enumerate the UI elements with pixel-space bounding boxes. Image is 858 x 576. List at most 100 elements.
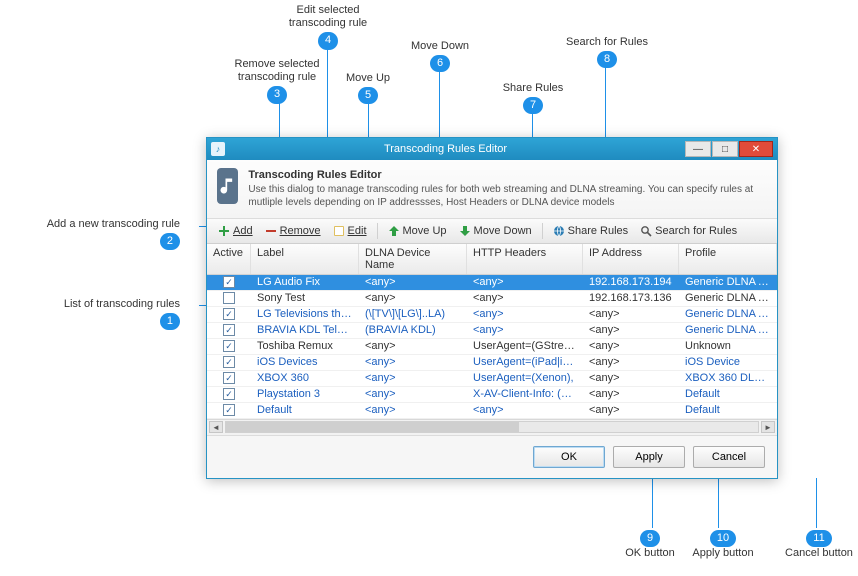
table-row[interactable]: Toshiba Remux<any>UserAgent=(GStreame...… bbox=[207, 339, 777, 355]
cell-dlna: <any> bbox=[359, 372, 467, 384]
cell-dlna: <any> bbox=[359, 404, 467, 416]
maximize-button[interactable]: □ bbox=[712, 141, 738, 157]
cell-ip: <any> bbox=[583, 372, 679, 384]
cell-profile: Default bbox=[679, 404, 777, 416]
table-row[interactable]: Sony Test<any><any>192.168.173.136Generi… bbox=[207, 291, 777, 307]
toolbar-separator bbox=[542, 223, 543, 239]
col-ip[interactable]: IP Address bbox=[583, 244, 679, 274]
remove-button[interactable]: Remove bbox=[260, 222, 326, 240]
cell-dlna: (\[TV\]\[LG\]..LA) bbox=[359, 308, 467, 320]
add-button[interactable]: Add bbox=[213, 222, 258, 240]
cell-ip: <any> bbox=[583, 356, 679, 368]
cell-ip: <any> bbox=[583, 404, 679, 416]
col-active[interactable]: Active bbox=[207, 244, 251, 274]
cell-http: <any> bbox=[467, 276, 583, 288]
titlebar[interactable]: ♪ Transcoding Rules Editor — □ ✕ bbox=[207, 138, 777, 160]
cell-label: LG Televisions that r... bbox=[251, 308, 359, 320]
cell-label: iOS Devices bbox=[251, 356, 359, 368]
edit-button[interactable]: Edit bbox=[328, 222, 372, 240]
table-row[interactable]: Playstation 3<any>X-AV-Client-Info: (PLA… bbox=[207, 387, 777, 403]
search-rules-button[interactable]: Search for Rules bbox=[635, 222, 742, 240]
active-checkbox[interactable] bbox=[223, 308, 235, 320]
rules-table: Active Label DLNA Device Name HTTP Heade… bbox=[207, 244, 777, 435]
scroll-left-arrow[interactable]: ◄ bbox=[209, 421, 223, 433]
cell-label: Toshiba Remux bbox=[251, 340, 359, 352]
cell-profile: Generic DLNA Audio (MP3 + W bbox=[679, 276, 777, 288]
callout-10: 10 Apply button bbox=[688, 528, 758, 560]
active-checkbox[interactable] bbox=[223, 276, 235, 288]
callout-11: 11 Cancel button bbox=[780, 528, 858, 560]
callout-2: Add a new transcoding rule 2 bbox=[30, 218, 180, 250]
cell-dlna: <any> bbox=[359, 340, 467, 352]
scroll-thumb[interactable] bbox=[226, 422, 519, 432]
cell-ip: <any> bbox=[583, 324, 679, 336]
cell-dlna: <any> bbox=[359, 356, 467, 368]
active-checkbox[interactable] bbox=[223, 340, 235, 352]
cell-label: XBOX 360 bbox=[251, 372, 359, 384]
scroll-right-arrow[interactable]: ► bbox=[761, 421, 775, 433]
active-checkbox[interactable] bbox=[223, 356, 235, 368]
cell-label: Default bbox=[251, 404, 359, 416]
active-checkbox[interactable] bbox=[223, 372, 235, 384]
cell-dlna: <any> bbox=[359, 388, 467, 400]
table-header[interactable]: Active Label DLNA Device Name HTTP Heade… bbox=[207, 244, 777, 275]
cell-http: <any> bbox=[467, 308, 583, 320]
cell-profile: iOS Device bbox=[679, 356, 777, 368]
toolbar: Add Remove Edit Move Up Move Down Share … bbox=[207, 219, 777, 244]
table-row[interactable]: LG Televisions that r...(\[TV\]\[LG\]..L… bbox=[207, 307, 777, 323]
cell-profile: Unknown bbox=[679, 340, 777, 352]
move-down-button[interactable]: Move Down bbox=[454, 222, 537, 240]
minimize-button[interactable]: — bbox=[685, 141, 711, 157]
dialog-window: ♪ Transcoding Rules Editor — □ ✕ Transco… bbox=[206, 137, 778, 479]
cell-label: BRAVIA KDL Televi... bbox=[251, 324, 359, 336]
table-row[interactable]: XBOX 360<any>UserAgent=(Xenon),<any>XBOX… bbox=[207, 371, 777, 387]
callout-4: Edit selected transcoding rule 4 bbox=[278, 4, 378, 50]
col-dlna[interactable]: DLNA Device Name bbox=[359, 244, 467, 274]
cell-dlna: <any> bbox=[359, 276, 467, 288]
cell-ip: 192.168.173.194 bbox=[583, 276, 679, 288]
close-button[interactable]: ✕ bbox=[739, 141, 773, 157]
header-logo bbox=[217, 168, 238, 204]
col-profile[interactable]: Profile bbox=[679, 244, 777, 274]
cell-http: UserAgent=(Xenon), bbox=[467, 372, 583, 384]
cell-http: UserAgent=(iPad|iPho... bbox=[467, 356, 583, 368]
table-row[interactable]: iOS Devices<any>UserAgent=(iPad|iPho...<… bbox=[207, 355, 777, 371]
cell-label: LG Audio Fix bbox=[251, 276, 359, 288]
move-up-button[interactable]: Move Up bbox=[383, 222, 452, 240]
cell-ip: <any> bbox=[583, 308, 679, 320]
share-rules-button[interactable]: Share Rules bbox=[548, 222, 634, 240]
cell-http: <any> bbox=[467, 404, 583, 416]
toolbar-separator bbox=[377, 223, 378, 239]
footer-buttons: OK Apply Cancel bbox=[207, 435, 777, 478]
active-checkbox[interactable] bbox=[223, 292, 235, 304]
horizontal-scrollbar[interactable]: ◄ ► bbox=[207, 419, 777, 435]
cancel-button[interactable]: Cancel bbox=[693, 446, 765, 468]
callout-6: Move Down 6 bbox=[400, 40, 480, 72]
table-row[interactable]: LG Audio Fix<any><any>192.168.173.194Gen… bbox=[207, 275, 777, 291]
callout-3: Remove selected transcoding rule 3 bbox=[222, 58, 332, 104]
active-checkbox[interactable] bbox=[223, 388, 235, 400]
cell-dlna: (BRAVIA KDL) bbox=[359, 324, 467, 336]
callout-5: Move Up 5 bbox=[333, 72, 403, 104]
window-title: Transcoding Rules Editor bbox=[207, 143, 684, 155]
scroll-track[interactable] bbox=[225, 421, 759, 433]
col-http[interactable]: HTTP Headers bbox=[467, 244, 583, 274]
active-checkbox[interactable] bbox=[223, 324, 235, 336]
cell-ip: <any> bbox=[583, 340, 679, 352]
connector bbox=[718, 478, 719, 528]
callout-9: 9 OK button bbox=[620, 528, 680, 560]
col-label[interactable]: Label bbox=[251, 244, 359, 274]
header-panel: Transcoding Rules Editor Use this dialog… bbox=[207, 160, 777, 219]
ok-button[interactable]: OK bbox=[533, 446, 605, 468]
cell-http: <any> bbox=[467, 292, 583, 304]
cell-http: <any> bbox=[467, 324, 583, 336]
table-row[interactable]: BRAVIA KDL Televi...(BRAVIA KDL)<any><an… bbox=[207, 323, 777, 339]
callout-8: Search for Rules 8 bbox=[557, 36, 657, 68]
apply-button[interactable]: Apply bbox=[613, 446, 685, 468]
connector bbox=[652, 478, 653, 528]
connector bbox=[816, 478, 817, 528]
active-checkbox[interactable] bbox=[223, 404, 235, 416]
cell-profile: XBOX 360 DLNA Transcoded bbox=[679, 372, 777, 384]
table-row[interactable]: Default<any><any><any>Default bbox=[207, 403, 777, 419]
cell-profile: Default bbox=[679, 388, 777, 400]
